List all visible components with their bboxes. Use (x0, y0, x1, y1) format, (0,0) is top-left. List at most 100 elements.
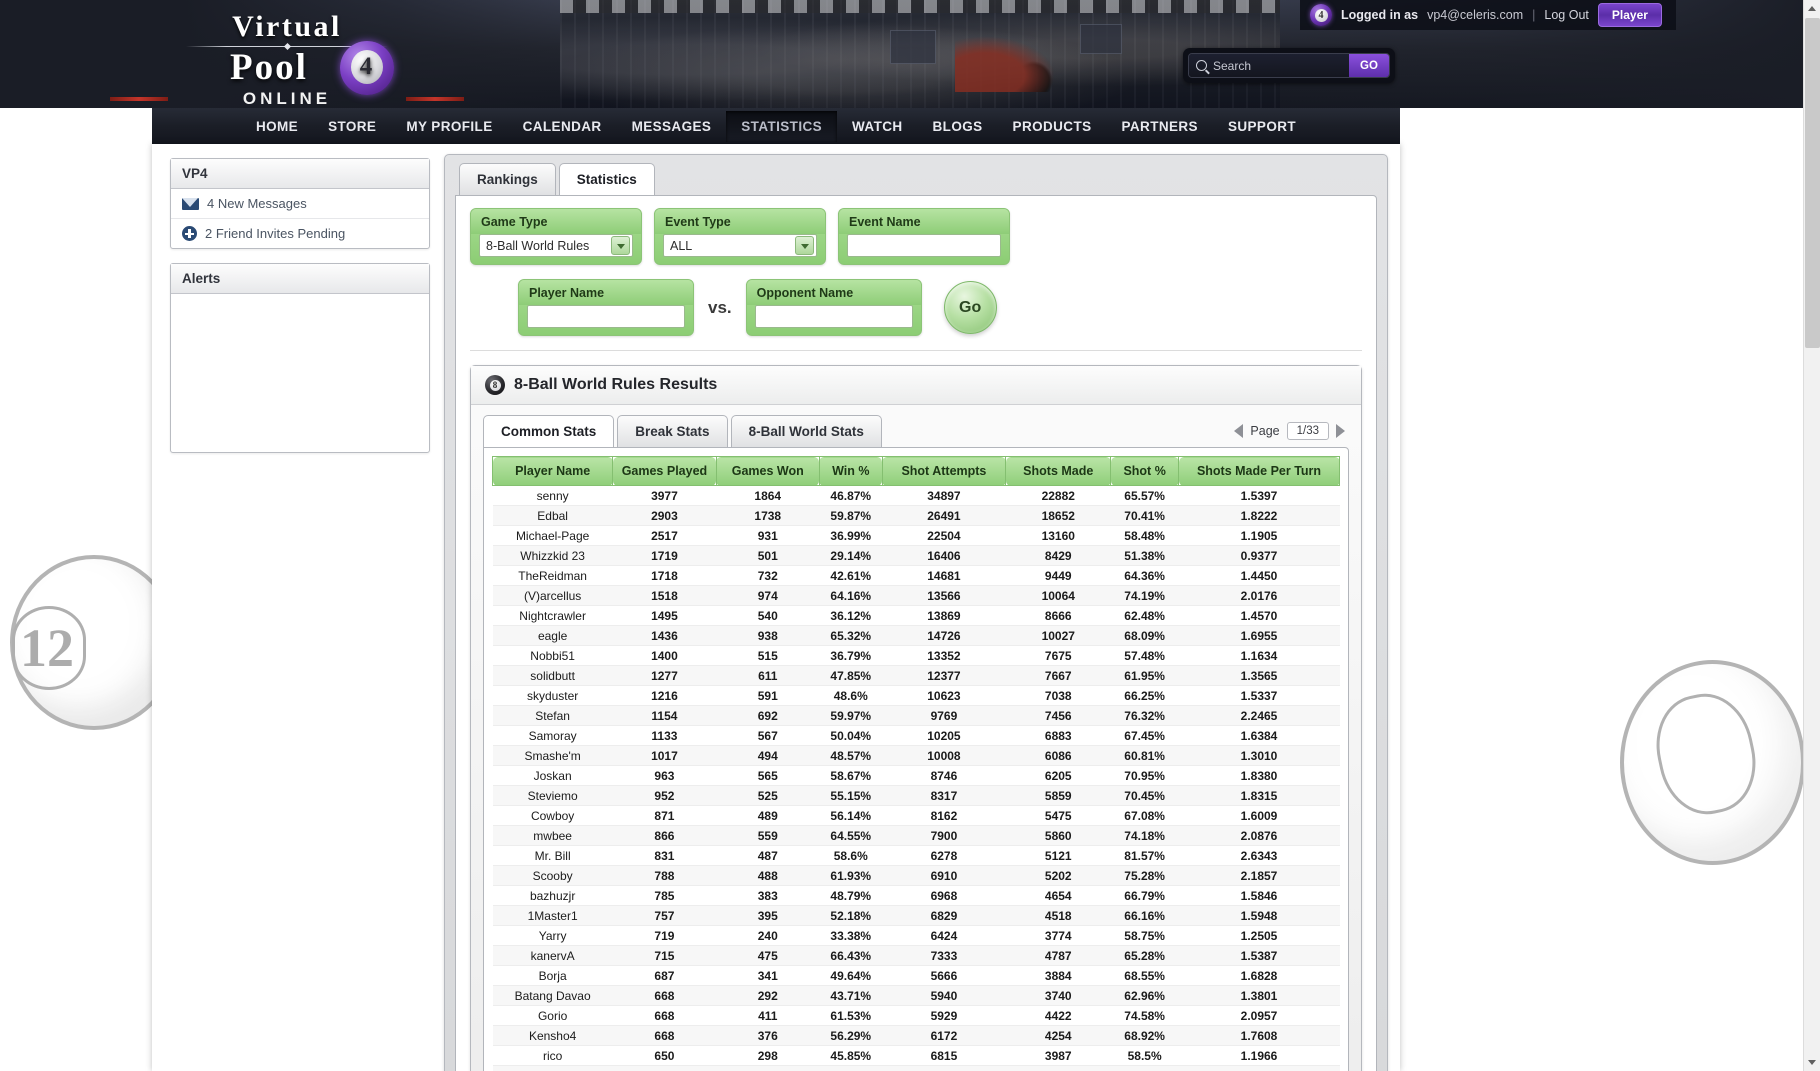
table-row[interactable]: Mr. Bill83148758.6%6278512181.57%2.6343 (493, 846, 1340, 866)
nav-item-home[interactable]: HOME (241, 111, 313, 142)
cell-player-name: Kensho4 (493, 1026, 613, 1046)
event-type-select[interactable]: ALL (663, 234, 817, 257)
col-player-name[interactable]: Player Name (493, 457, 613, 486)
table-row[interactable]: Samoray113356750.04%10205688367.45%1.638… (493, 726, 1340, 746)
table-row[interactable]: skyduster121659148.6%10623703866.25%1.53… (493, 686, 1340, 706)
col-games-won[interactable]: Games Won (716, 457, 819, 486)
scrollbar-thumb[interactable] (1805, 18, 1820, 348)
avatar-ball-number: 4 (1315, 9, 1328, 22)
table-row[interactable]: Batang Davao66829243.71%5940374062.96%1.… (493, 986, 1340, 1006)
cell-value: 6424 (882, 926, 1006, 946)
page-number-box[interactable]: 1/33 (1287, 422, 1329, 440)
cell-player-name: kanervA (493, 946, 613, 966)
table-row[interactable]: Whizzkid 23171950129.14%16406842951.38%0… (493, 546, 1340, 566)
scroll-down-icon[interactable] (1804, 1054, 1820, 1071)
prev-page-icon[interactable] (1234, 424, 1243, 438)
cell-player-name: (V)arcellus (493, 586, 613, 606)
table-row[interactable]: bazhuzjr78538348.79%6968465466.79%1.5846 (493, 886, 1340, 906)
cell-value: 6829 (882, 906, 1006, 926)
nav-item-messages[interactable]: MESSAGES (617, 111, 727, 142)
col-shots-made-per-turn[interactable]: Shots Made Per Turn (1179, 457, 1340, 486)
logo-bar-right (406, 97, 464, 101)
search-box[interactable]: Search GO (1188, 53, 1390, 78)
cell-value: 963 (613, 766, 716, 786)
table-row[interactable]: Cowboy87148956.14%8162547567.08%1.6009 (493, 806, 1340, 826)
table-row[interactable]: Steviemo95252555.15%8317585970.45%1.8315 (493, 786, 1340, 806)
chevron-down-icon[interactable] (795, 236, 814, 255)
player-button[interactable]: Player (1598, 3, 1662, 27)
cell-value: 50.04% (819, 726, 882, 746)
nav-item-support[interactable]: SUPPORT (1213, 111, 1311, 142)
col-shots-made[interactable]: Shots Made (1006, 457, 1111, 486)
table-row[interactable]: senny3977186446.87%348972288265.57%1.539… (493, 486, 1340, 506)
table-row[interactable]: 1Master175739552.18%6829451866.16%1.5948 (493, 906, 1340, 926)
nav-item-calendar[interactable]: CALENDAR (508, 111, 617, 142)
table-row[interactable]: kanervA71547566.43%7333478765.28%1.5387 (493, 946, 1340, 966)
table-row[interactable]: eagle143693865.32%147261002768.09%1.6955 (493, 626, 1340, 646)
go-button[interactable]: Go (944, 281, 997, 334)
sidebar-item-new-messages[interactable]: 4 New Messages (171, 189, 429, 219)
table-row[interactable]: (V)arcellus151897464.16%135661006474.19%… (493, 586, 1340, 606)
cell-value: 58.75% (1111, 926, 1179, 946)
sidebar-item-friend-invites[interactable]: 2 Friend Invites Pending (171, 219, 429, 248)
table-row[interactable]: solidbutt127761147.85%12377766761.95%1.3… (493, 666, 1340, 686)
cell-value: 74.18% (1111, 826, 1179, 846)
cell-value: 64.55% (819, 826, 882, 846)
chevron-down-icon[interactable] (611, 236, 630, 255)
table-row[interactable]: Kensho466837656.29%6172425468.92%1.7608 (493, 1026, 1340, 1046)
scroll-up-icon[interactable] (1804, 0, 1820, 17)
cell-player-name: bazhuzjr (493, 886, 613, 906)
table-row[interactable]: Michael-Page251793136.99%225041316058.48… (493, 526, 1340, 546)
table-row[interactable]: mwbee86655964.55%7900586074.18%2.0876 (493, 826, 1340, 846)
site-logo[interactable]: Virtual Pool 4 Online (172, 4, 402, 104)
cell-player-name: snarewires (493, 1066, 613, 1071)
table-row[interactable]: Edbal2903173859.87%264911865270.41%1.822… (493, 506, 1340, 526)
search-go-button[interactable]: GO (1349, 54, 1389, 77)
tab-common-stats[interactable]: Common Stats (483, 415, 614, 447)
table-row[interactable]: rico65029845.85%6815398758.5%1.1966 (493, 1046, 1340, 1066)
nav-item-store[interactable]: STORE (313, 111, 391, 142)
table-row[interactable]: Nobbi51140051536.79%13352767557.48%1.163… (493, 646, 1340, 666)
cell-value: 1.2494 (1179, 1066, 1340, 1071)
nav-item-statistics[interactable]: STATISTICS (726, 111, 837, 142)
cell-value: 8162 (882, 806, 1006, 826)
table-row[interactable]: Stefan115469259.97%9769745676.32%2.2465 (493, 706, 1340, 726)
table-row[interactable]: Joskan96356558.67%8746620570.95%1.8380 (493, 766, 1340, 786)
next-page-icon[interactable] (1336, 424, 1345, 438)
search-input[interactable]: Search (1189, 54, 1349, 77)
logo-bar-left (110, 97, 168, 101)
table-row[interactable]: TheReidman171873242.61%14681944964.36%1.… (493, 566, 1340, 586)
cell-value: 58.5% (1111, 1046, 1179, 1066)
cell-value: 1864 (716, 486, 819, 506)
col-shot-pct[interactable]: Shot % (1111, 457, 1179, 486)
window-scrollbar[interactable] (1803, 0, 1820, 1071)
event-name-input[interactable] (847, 234, 1001, 257)
nav-item-products[interactable]: PRODUCTS (998, 111, 1107, 142)
tab-break-stats[interactable]: Break Stats (617, 415, 727, 447)
opponent-name-input[interactable] (755, 305, 913, 328)
table-row[interactable]: Borja68734149.64%5666388468.55%1.6828 (493, 966, 1340, 986)
tab-statistics[interactable]: Statistics (559, 163, 655, 195)
table-row[interactable]: snarewires61528245.85%5673337759.53%1.24… (493, 1066, 1340, 1071)
col-shot-attempts[interactable]: Shot Attempts (882, 457, 1006, 486)
nav-item-my-profile[interactable]: MY PROFILE (391, 111, 507, 142)
cell-value: 68.09% (1111, 626, 1179, 646)
table-row[interactable]: Scooby78848861.93%6910520275.28%2.1857 (493, 866, 1340, 886)
cell-value: 10064 (1006, 586, 1111, 606)
cell-value: 1.1905 (1179, 526, 1340, 546)
game-type-select[interactable]: 8-Ball World Rules (479, 234, 633, 257)
table-row[interactable]: Nightcrawler149554036.12%13869866662.48%… (493, 606, 1340, 626)
nav-item-blogs[interactable]: BLOGS (918, 111, 998, 142)
stats-table-head: Player Name Games Played Games Won Win %… (493, 457, 1340, 486)
col-games-played[interactable]: Games Played (613, 457, 716, 486)
table-row[interactable]: Yarry71924033.38%6424377458.75%1.2505 (493, 926, 1340, 946)
tab-8-ball-world-stats[interactable]: 8-Ball World Stats (731, 415, 882, 447)
col-win-pct[interactable]: Win % (819, 457, 882, 486)
nav-item-watch[interactable]: WATCH (837, 111, 918, 142)
log-out-link[interactable]: Log Out (1544, 8, 1588, 22)
table-row[interactable]: Gorio66841161.53%5929442274.58%2.0957 (493, 1006, 1340, 1026)
tab-rankings[interactable]: Rankings (459, 163, 556, 195)
player-name-input[interactable] (527, 305, 685, 328)
nav-item-partners[interactable]: PARTNERS (1107, 111, 1213, 142)
table-row[interactable]: Smashe'm101749448.57%10008608660.81%1.30… (493, 746, 1340, 766)
